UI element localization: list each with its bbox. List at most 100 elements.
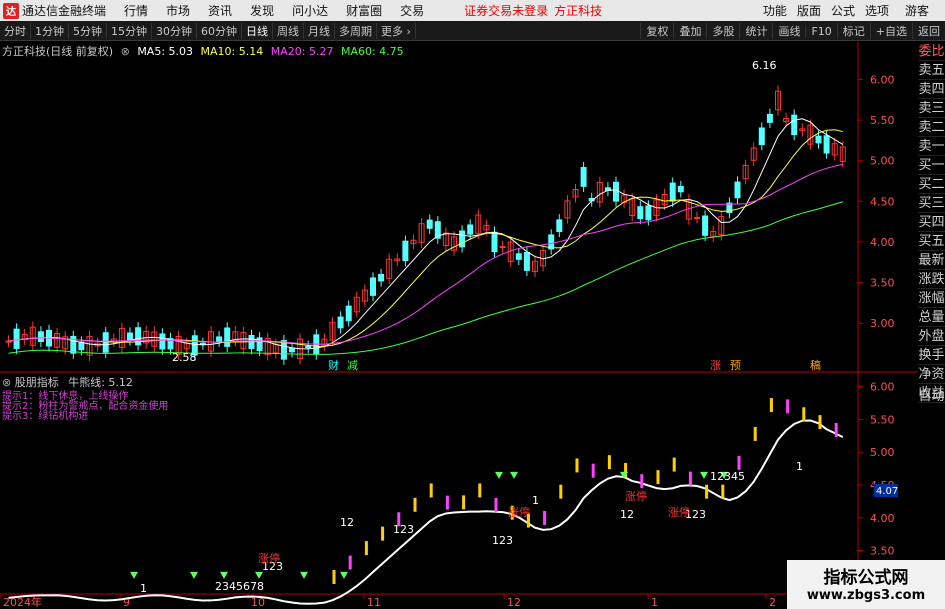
menu-item-xuanxiang[interactable]: 选项 xyxy=(865,2,889,19)
green-diamond-icon xyxy=(190,571,198,579)
expand-icon[interactable]: ⊗ xyxy=(2,376,11,389)
ytick-label: 4.50 xyxy=(870,195,895,208)
menu-item-gongshi[interactable]: 公式 xyxy=(831,2,855,19)
candle-body xyxy=(702,215,709,236)
xtick-label: 11 xyxy=(367,596,381,609)
sub-chart-info: ⊗ 股朋指标 牛熊线: 5.12 xyxy=(2,374,133,390)
menu-item-banmian[interactable]: 版面 xyxy=(797,2,821,19)
signal-label: 12 xyxy=(620,508,634,521)
signal-bar xyxy=(737,455,741,470)
side-item[interactable]: 换手 xyxy=(918,346,945,365)
period-more[interactable]: 更多 › xyxy=(377,22,416,39)
signal-bar xyxy=(543,510,547,525)
xtick-label: 1 xyxy=(651,596,658,609)
signal-bar xyxy=(818,415,822,430)
period-15min[interactable]: 15分钟 xyxy=(107,22,152,39)
candle-body xyxy=(378,273,385,282)
signal-bar xyxy=(607,455,611,470)
side-item[interactable]: 买一 xyxy=(918,156,945,175)
menu-item-wenxiaoda[interactable]: 问小达 xyxy=(292,2,328,19)
f10-button[interactable]: F10 xyxy=(805,24,836,38)
side-item[interactable]: 卖三 xyxy=(918,99,945,118)
menu-item-zixun[interactable]: 资讯 xyxy=(208,2,232,19)
period-daily[interactable]: 日线 xyxy=(242,22,273,39)
candle-body xyxy=(467,224,474,235)
fuquan-button[interactable]: 复权 xyxy=(640,23,673,39)
period-fenshi[interactable]: 分时 xyxy=(0,22,31,39)
draw-line-button[interactable]: 画线 xyxy=(772,23,805,39)
menu-item-faxian[interactable]: 发现 xyxy=(250,2,274,19)
side-item[interactable]: 委比 xyxy=(918,42,945,61)
tdx-logo-icon: 达 xyxy=(3,2,19,19)
main-chart-info: 方正科技(日线 前复权) ⊗ MA5: 5.03 MA10: 5.14 MA20… xyxy=(2,43,408,59)
menu-item-gongneng[interactable]: 功能 xyxy=(763,2,787,19)
candle-body xyxy=(426,219,433,229)
ma60-label: MA60: 4.75 xyxy=(340,45,404,58)
mark-button[interactable]: 标记 xyxy=(836,23,870,39)
menu-item-jiaoyi[interactable]: 交易 xyxy=(400,2,424,19)
menu-item-shichang[interactable]: 市场 xyxy=(166,2,190,19)
signal-label: 涨停 xyxy=(625,489,647,503)
side-item[interactable]: 卖一 xyxy=(918,137,945,156)
side-item[interactable]: 涨跌 xyxy=(918,270,945,289)
indicator-title[interactable]: 股朋指标 xyxy=(15,376,59,389)
candle-body xyxy=(580,166,587,187)
login-warning[interactable]: 证券交易未登录 xyxy=(464,2,548,19)
signal-bar xyxy=(348,555,352,570)
period-30min[interactable]: 30分钟 xyxy=(152,22,197,39)
side-item[interactable]: 卖四 xyxy=(918,80,945,99)
signal-label: 2345678 xyxy=(215,580,264,593)
kline-chart[interactable]: 6.00 5.50 5.00 4.50 4.00 3.50 3.00 6.00 5.50 5.00… xyxy=(0,42,918,609)
signal-bar xyxy=(494,497,498,512)
candle-body xyxy=(216,336,223,342)
side-item-auto[interactable]: 自动 xyxy=(918,385,945,404)
hint-line: 提示3：绿钻机构进 xyxy=(2,411,89,422)
settings-icon[interactable]: ⊗ xyxy=(121,45,130,58)
ytick-label: 4.00 xyxy=(870,236,895,249)
green-diamond-icon xyxy=(510,471,518,479)
stats-button[interactable]: 统计 xyxy=(739,23,772,39)
current-stock-name: 方正科技 xyxy=(554,4,603,18)
menu-item-hangqing[interactable]: 行情 xyxy=(124,2,148,19)
period-weekly[interactable]: 周线 xyxy=(273,22,304,39)
side-item[interactable]: 买二 xyxy=(918,175,945,194)
back-button[interactable]: 返回 xyxy=(912,23,945,39)
signal-bar xyxy=(364,541,368,556)
period-monthly[interactable]: 月线 xyxy=(304,22,335,39)
ytick-label: 6.00 xyxy=(870,73,895,86)
period-multi[interactable]: 多周期 xyxy=(335,22,377,39)
side-item[interactable]: 最新 xyxy=(918,251,945,270)
side-item[interactable]: 买五 xyxy=(918,232,945,251)
candle-body xyxy=(459,230,466,248)
multi-stock-button[interactable]: 多股 xyxy=(706,23,739,39)
stock-title: 方正科技(日线 前复权) xyxy=(2,45,114,58)
side-item[interactable]: 买三 xyxy=(918,194,945,213)
ytick-label: 5.50 xyxy=(870,114,895,127)
signal-bar xyxy=(413,497,417,512)
candle-body xyxy=(694,216,700,219)
menu-bar: 达 通达信金融终端 行情 市场 资讯 发现 问小达 财富圈 交易 证券交易未登录… xyxy=(0,0,945,21)
overlay-button[interactable]: 叠加 xyxy=(673,23,706,39)
side-item[interactable]: 外盘 xyxy=(918,327,945,346)
candle-body xyxy=(734,181,741,199)
cursor-value-label: 4.07 xyxy=(876,486,898,497)
menu-item-caifuquan[interactable]: 财富圈 xyxy=(346,2,382,19)
signal-bar xyxy=(640,474,644,489)
guest-user[interactable]: 游客 xyxy=(905,2,929,19)
sub-ytick-label: 5.50 xyxy=(870,413,895,426)
candle-body xyxy=(102,332,109,353)
side-item[interactable]: 卖二 xyxy=(918,118,945,137)
add-watchlist-button[interactable]: +自选 xyxy=(869,23,912,39)
side-item[interactable]: 总量 xyxy=(918,308,945,327)
candle-body xyxy=(823,135,830,154)
side-item[interactable]: 净资 xyxy=(918,365,945,384)
side-item[interactable]: 买四 xyxy=(918,213,945,232)
period-1min[interactable]: 1分钟 xyxy=(31,22,69,39)
side-item[interactable]: 卖五 xyxy=(918,61,945,80)
period-5min[interactable]: 5分钟 xyxy=(69,22,107,39)
side-item[interactable]: 涨幅 xyxy=(918,289,945,308)
signal-bar xyxy=(802,407,806,422)
period-60min[interactable]: 60分钟 xyxy=(197,22,242,39)
site-watermark: 指标公式网 www.zbgs3.com xyxy=(787,560,945,609)
ytick-label: 3.50 xyxy=(870,277,895,290)
